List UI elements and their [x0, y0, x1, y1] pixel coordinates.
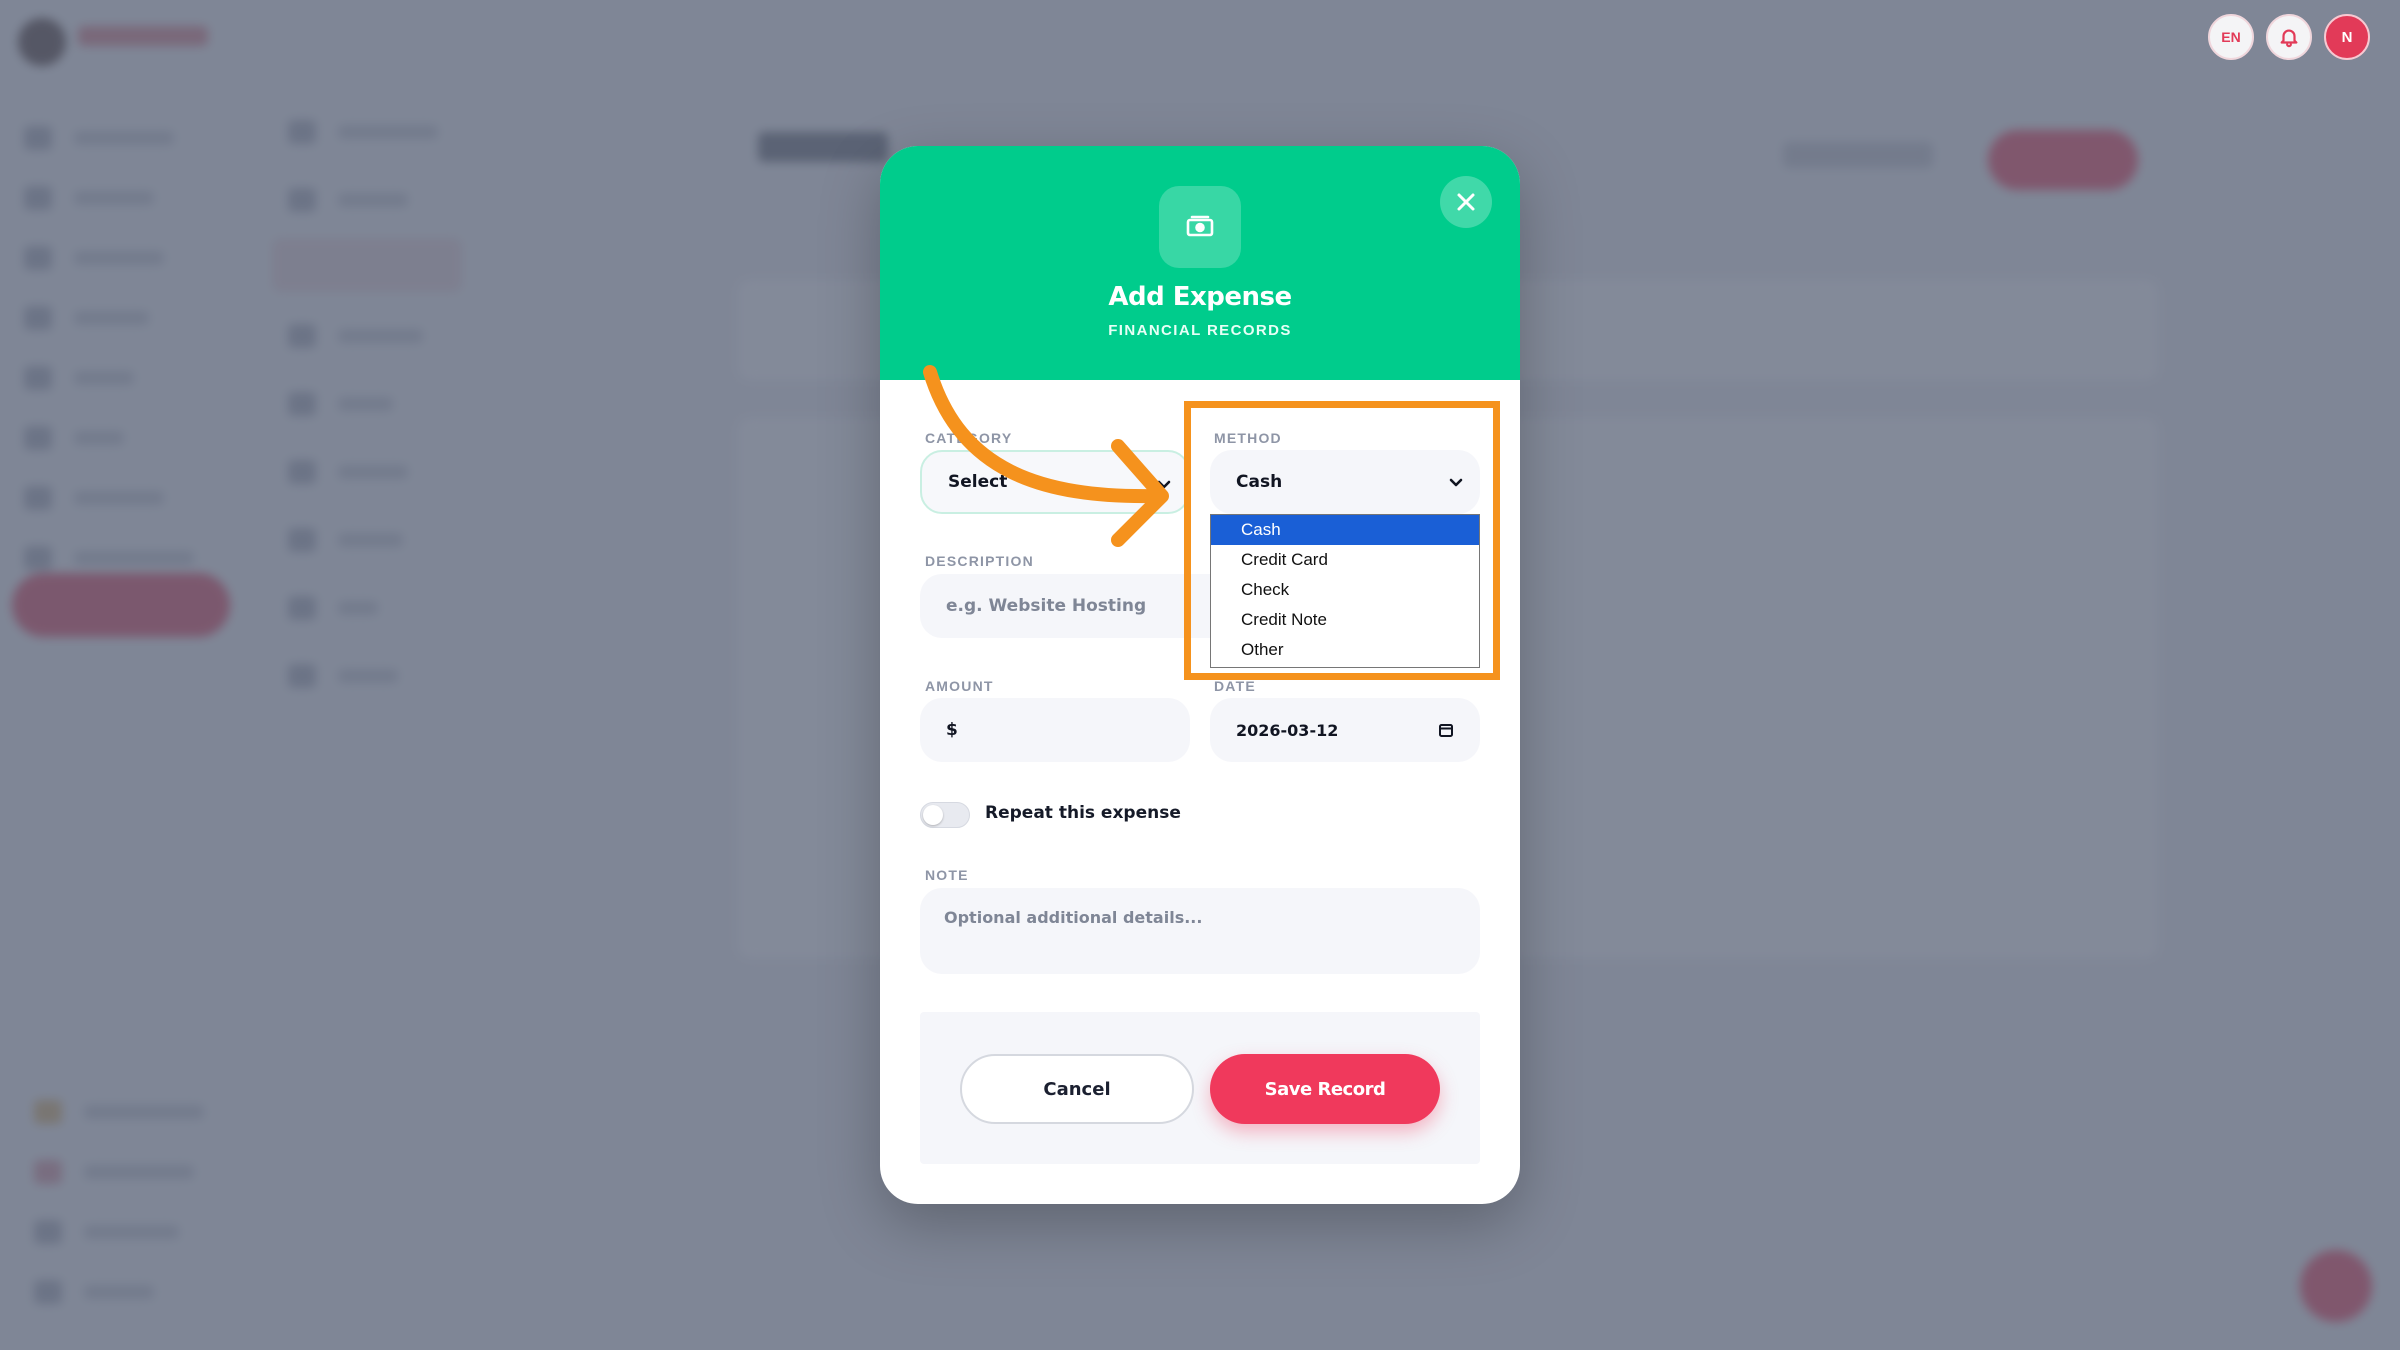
- modal-subtitle: FINANCIAL RECORDS: [1108, 322, 1292, 339]
- close-button[interactable]: [1440, 176, 1492, 228]
- user-avatar-button[interactable]: N: [2324, 14, 2370, 60]
- avatar-initial: N: [2341, 28, 2353, 46]
- notifications-button[interactable]: [2266, 14, 2312, 60]
- modal-title: Add Expense: [1108, 282, 1292, 312]
- bell-icon: [2280, 29, 2298, 48]
- language-button[interactable]: EN: [2208, 14, 2254, 60]
- top-right-controls: EN N: [2208, 14, 2370, 60]
- close-icon: [1457, 193, 1475, 211]
- language-label: EN: [2221, 29, 2241, 45]
- money-icon: [1159, 186, 1241, 268]
- annotation-highlight-box: [1184, 401, 1500, 680]
- modal-header: Add Expense FINANCIAL RECORDS: [880, 146, 1520, 380]
